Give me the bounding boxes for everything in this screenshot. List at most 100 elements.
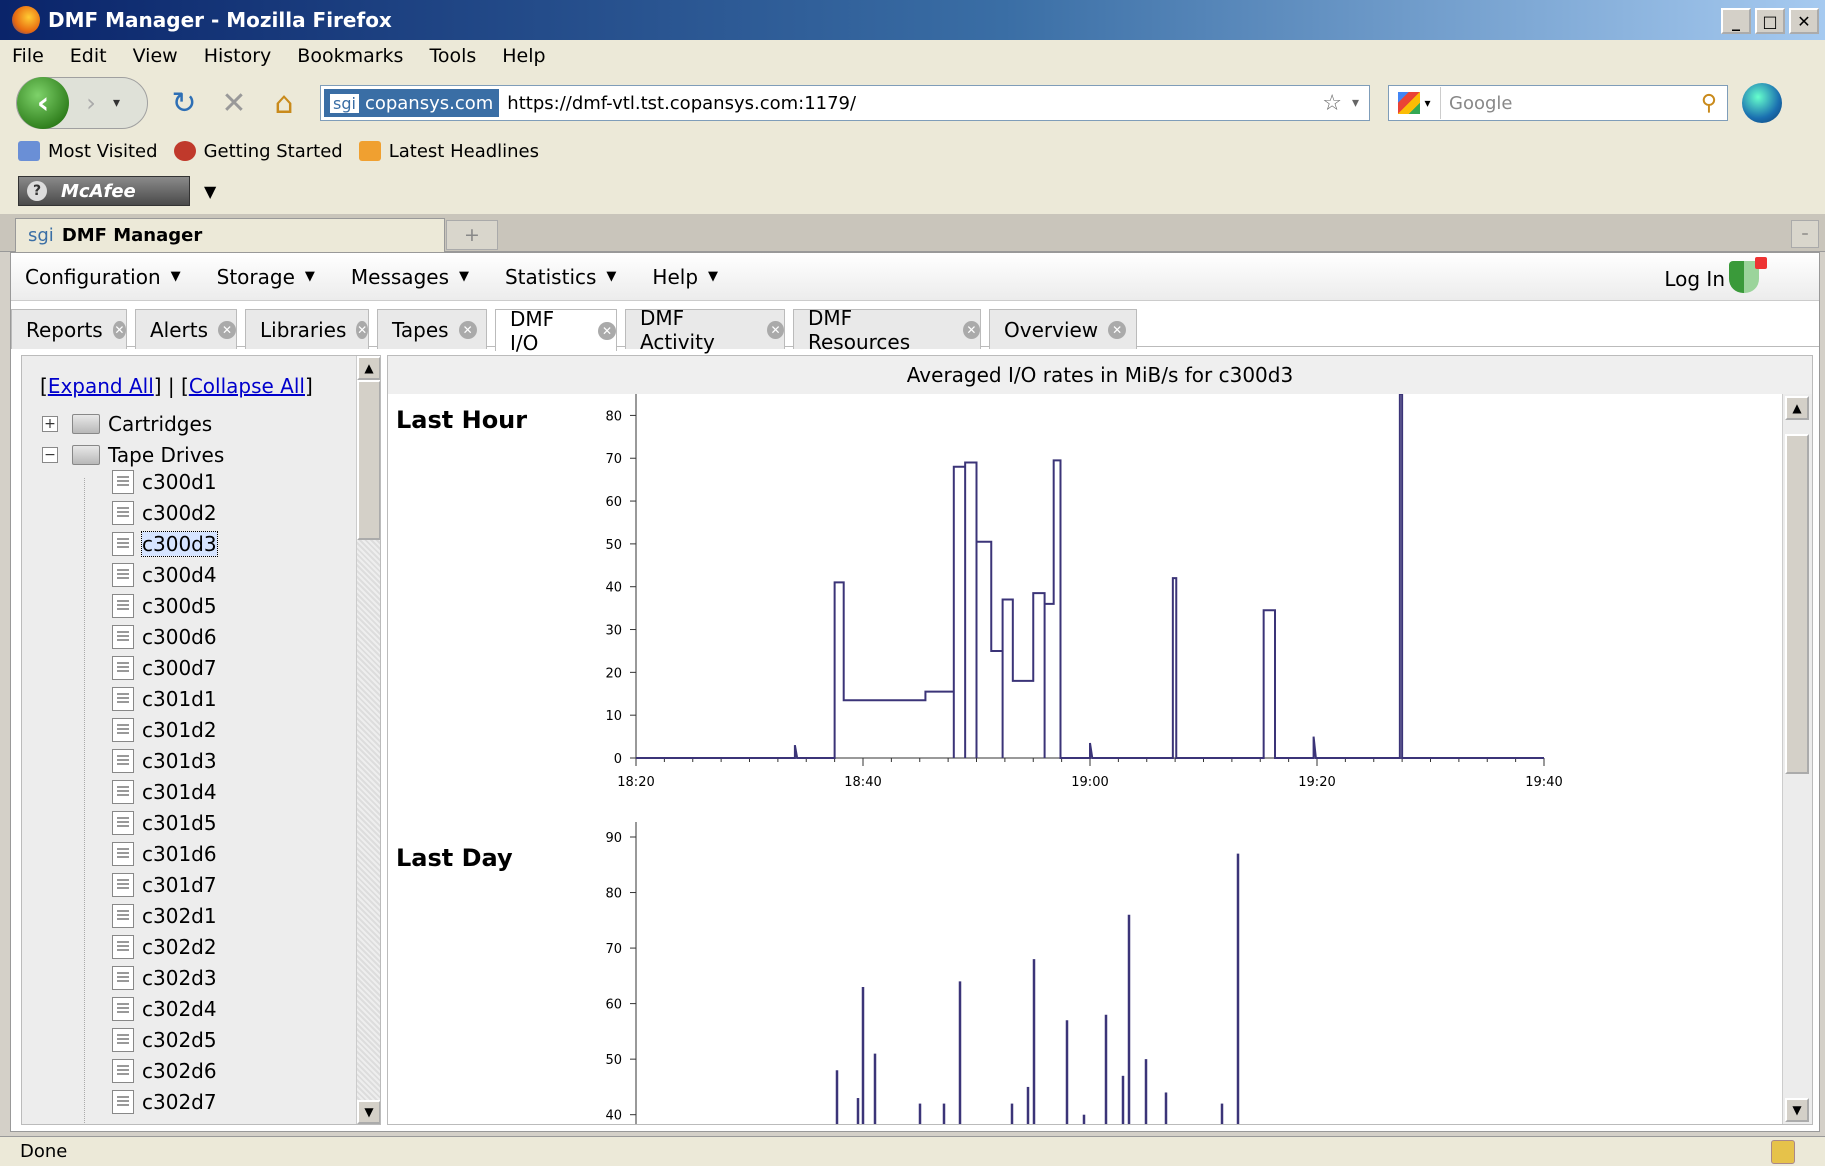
minimize-button[interactable]: _ [1721, 8, 1751, 34]
url-bar[interactable]: sgi copansys.com https://dmf-vtl.tst.cop… [320, 85, 1370, 121]
tab-tapes[interactable]: Tapes ✕ [377, 309, 487, 349]
back-arrow-icon[interactable]: ‹ [17, 77, 69, 129]
menu-statistics[interactable]: Statistics ▼ [505, 265, 616, 289]
search-input[interactable]: Google [1449, 93, 1701, 114]
tree-item-c300d2[interactable]: c300d2 [112, 499, 217, 527]
scroll-up-icon[interactable]: ▲ [357, 356, 380, 380]
scroll-down-icon[interactable]: ▼ [1785, 1098, 1809, 1122]
close-button[interactable]: ✕ [1789, 8, 1819, 34]
tree-folder-cartridges[interactable]: + Cartridges [42, 410, 212, 438]
menu-configuration[interactable]: Configuration ▼ [25, 265, 181, 289]
history-dropdown-icon[interactable]: ▾ [113, 95, 120, 111]
menu-view[interactable]: View [133, 45, 178, 67]
close-tab-icon[interactable]: ✕ [598, 321, 616, 340]
tab-reports[interactable]: Reports ✕ [11, 309, 127, 349]
tab-dmf-resources[interactable]: DMF Resources ✕ [793, 306, 981, 354]
tab-alerts[interactable]: Alerts ✕ [135, 309, 237, 349]
security-shield-icon[interactable] [1729, 257, 1767, 293]
maximize-button[interactable]: □ [1755, 8, 1785, 34]
scroll-thumb[interactable] [357, 380, 380, 540]
tree-item-c301d4[interactable]: c301d4 [112, 778, 217, 806]
tree-item-c300d3[interactable]: c300d3 [112, 530, 218, 558]
tab-overview[interactable]: Overview ✕ [989, 309, 1137, 349]
menu-bookmarks[interactable]: Bookmarks [297, 45, 403, 67]
tree-item-c302d6[interactable]: c302d6 [112, 1057, 217, 1085]
drive-doc-icon [112, 501, 134, 525]
collapse-icon[interactable]: − [42, 447, 58, 463]
y-tick-label: 50 [605, 538, 622, 553]
y-tick-label: 30 [605, 624, 622, 639]
tree-item-c300d7[interactable]: c300d7 [112, 654, 217, 682]
site-identity-button[interactable]: sgi copansys.com [324, 89, 500, 117]
tree-item-c301d3[interactable]: c301d3 [112, 747, 217, 775]
search-provider-button[interactable]: ▾ [1389, 87, 1441, 119]
collapse-all-link[interactable]: Collapse All [189, 374, 305, 398]
menu-file[interactable]: File [12, 45, 44, 67]
tree-item-c302d1[interactable]: c302d1 [112, 902, 217, 930]
mcafee-dropdown-icon[interactable]: ▼ [204, 182, 216, 201]
scroll-thumb[interactable] [1785, 434, 1809, 774]
menu-storage[interactable]: Storage ▼ [217, 265, 315, 289]
tab-list-button[interactable]: – [1791, 220, 1819, 248]
search-magnifier-icon[interactable]: ⚲ [1701, 91, 1717, 116]
tree-folder-tape-drives[interactable]: − Tape Drives [42, 441, 224, 469]
search-box[interactable]: ▾ Google ⚲ [1388, 85, 1728, 121]
tree-item-c301d5[interactable]: c301d5 [112, 809, 217, 837]
scroll-down-icon[interactable]: ▼ [357, 1100, 380, 1124]
tree-guide-line [84, 478, 85, 1124]
forward-arrow-icon[interactable]: › [69, 81, 113, 125]
tree-item-c302d5[interactable]: c302d5 [112, 1026, 217, 1054]
tree-item-c301d1[interactable]: c301d1 [112, 685, 217, 713]
menu-edit[interactable]: Edit [70, 45, 107, 67]
tab-dmf-activity[interactable]: DMF Activity ✕ [625, 306, 785, 354]
tree-item-c300d6[interactable]: c300d6 [112, 623, 217, 651]
menu-history[interactable]: History [204, 45, 272, 67]
menu-tools[interactable]: Tools [429, 45, 476, 67]
chart-scrollbar[interactable]: ▲ ▼ [1782, 394, 1812, 1124]
stop-icon[interactable]: ✕ [212, 81, 256, 125]
bookmark-most-visited[interactable]: Most Visited [18, 141, 158, 162]
tree-item-c302d7[interactable]: c302d7 [112, 1088, 217, 1116]
tab-libraries[interactable]: Libraries ✕ [245, 309, 369, 349]
tree-item-c300d1[interactable]: c300d1 [112, 468, 217, 496]
tree-item-c301d6[interactable]: c301d6 [112, 840, 217, 868]
mcafee-button[interactable]: ? McAfee [18, 176, 190, 206]
expand-all-link[interactable]: Expand All [48, 374, 154, 398]
close-tab-icon[interactable]: ✕ [112, 320, 126, 339]
tree-scrollbar[interactable]: ▲ ▼ [356, 356, 380, 1124]
login-link[interactable]: Log In [1664, 267, 1725, 291]
new-tab-button[interactable]: + [446, 220, 498, 250]
tree-item-c301d2[interactable]: c301d2 [112, 716, 217, 744]
chevron-down-icon: ▼ [170, 269, 181, 284]
menu-messages[interactable]: Messages ▼ [351, 265, 469, 289]
close-tab-icon[interactable]: ✕ [1108, 320, 1127, 339]
close-tab-icon[interactable]: ✕ [356, 320, 368, 339]
tab-dmf-io[interactable]: DMF I/O ✕ [495, 307, 617, 355]
menu-help[interactable]: Help [502, 45, 545, 67]
chart-panel: Averaged I/O rates in MiB/s for c300d3 L… [387, 355, 1813, 1125]
bookmark-star-icon[interactable]: ☆ [1322, 91, 1342, 116]
reload-icon[interactable]: ↻ [162, 81, 206, 125]
close-tab-icon[interactable]: ✕ [458, 320, 477, 339]
tree-item-c301d7[interactable]: c301d7 [112, 871, 217, 899]
close-tab-icon[interactable]: ✕ [962, 320, 980, 339]
expand-collapse-controls: [Expand All] | [Collapse All] [40, 374, 313, 398]
bookmark-latest-headlines[interactable]: Latest Headlines [358, 141, 539, 162]
url-dropdown-icon[interactable]: ▾ [1352, 95, 1359, 111]
tree-item-c300d5[interactable]: c300d5 [112, 592, 217, 620]
tree-item-c302d4[interactable]: c302d4 [112, 995, 217, 1023]
firefox-logo-icon [12, 6, 40, 34]
close-tab-icon[interactable]: ✕ [218, 320, 236, 339]
url-text[interactable]: https://dmf-vtl.tst.copansys.com:1179/ [507, 93, 1322, 114]
menu-help-app[interactable]: Help ▼ [652, 265, 718, 289]
home-icon[interactable]: ⌂ [262, 81, 306, 125]
browser-tab-dmf-manager[interactable]: sgi DMF Manager [15, 218, 445, 252]
scroll-up-icon[interactable]: ▲ [1785, 396, 1809, 420]
tree-item-c300d4[interactable]: c300d4 [112, 561, 217, 589]
tree-item-c302d3[interactable]: c302d3 [112, 964, 217, 992]
expand-icon[interactable]: + [42, 416, 58, 432]
globe-icon[interactable] [1742, 83, 1782, 123]
bookmark-getting-started[interactable]: Getting Started [173, 141, 343, 162]
close-tab-icon[interactable]: ✕ [767, 320, 784, 339]
tree-item-c302d2[interactable]: c302d2 [112, 933, 217, 961]
